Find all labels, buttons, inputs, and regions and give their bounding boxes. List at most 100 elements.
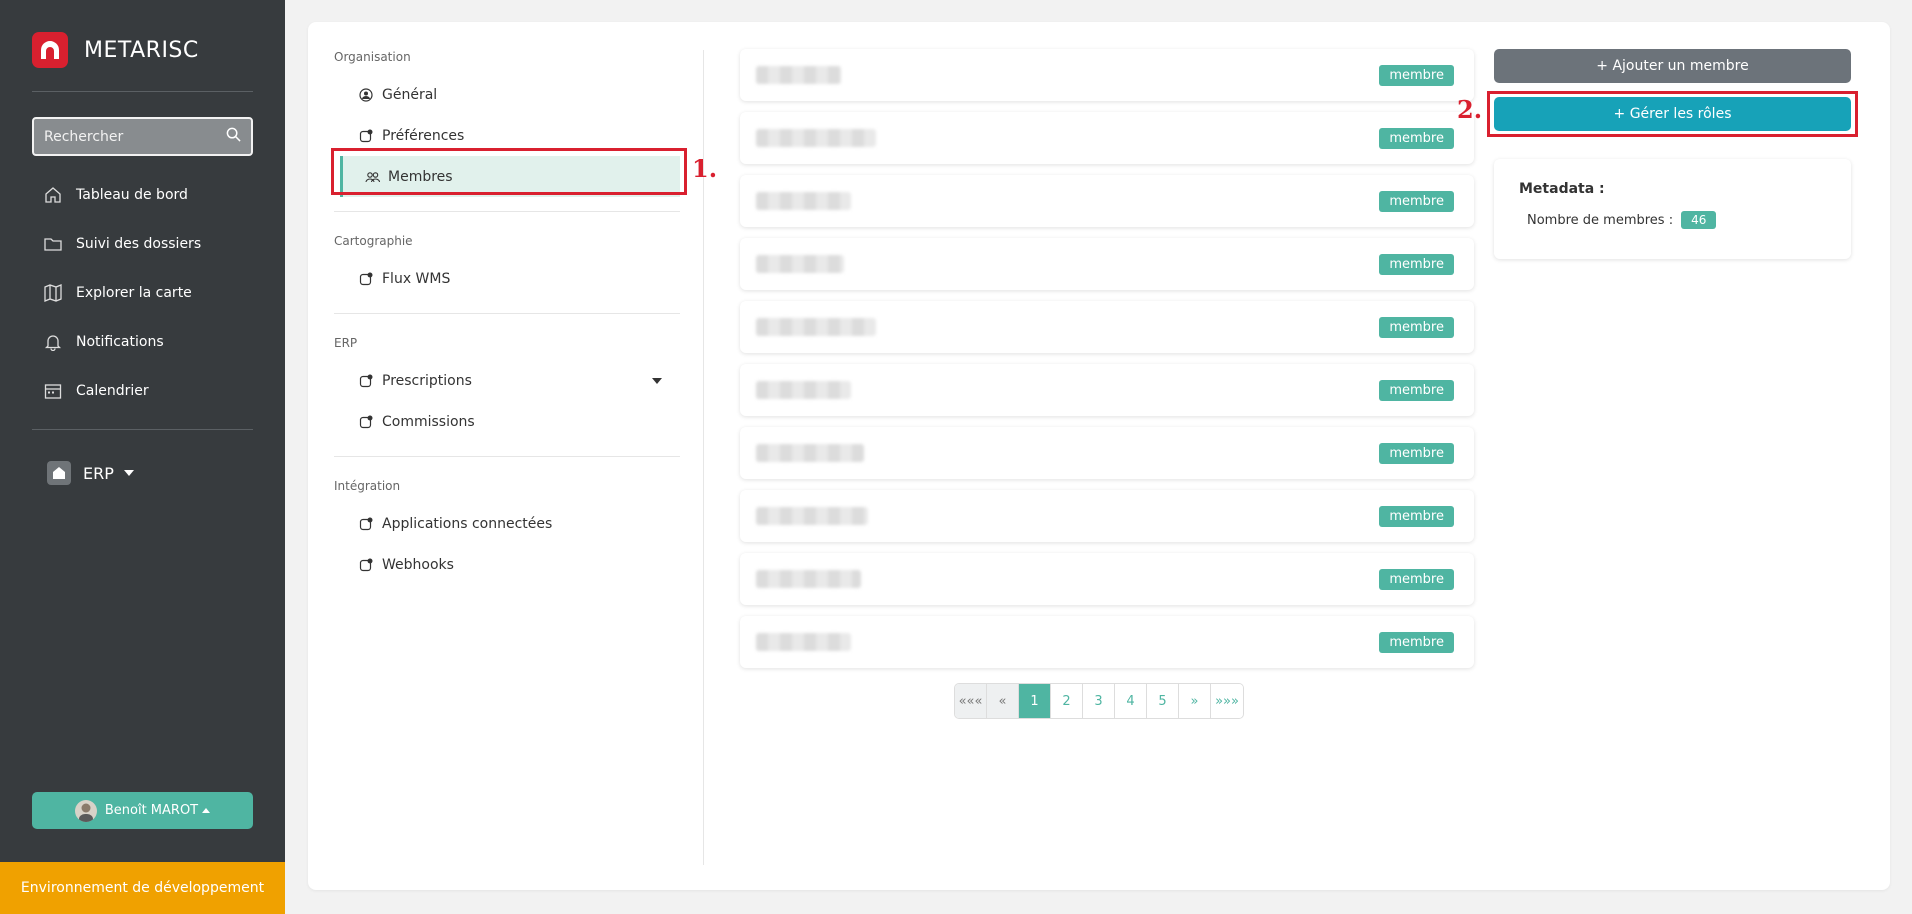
role-badge[interactable]: membre xyxy=(1379,190,1454,212)
building-icon xyxy=(47,461,71,485)
page-first[interactable]: ««« xyxy=(955,684,987,718)
chevron-down-icon xyxy=(123,470,134,476)
role-badge[interactable]: membre xyxy=(1379,64,1454,86)
sidebar-item-suivi-des-dossiers[interactable]: Suivi des dossiers xyxy=(42,219,201,268)
home-icon xyxy=(42,184,64,206)
settings-item-flux-wms[interactable]: Flux WMS xyxy=(334,258,680,299)
member-row[interactable]: membre xyxy=(740,49,1474,101)
erp-label: ERP xyxy=(83,463,114,483)
page-1[interactable]: 1 xyxy=(1019,684,1051,718)
sidebar-item-notifications[interactable]: Notifications xyxy=(42,317,201,366)
role-badge[interactable]: membre xyxy=(1379,379,1454,401)
settings-item-label: Commissions xyxy=(382,413,475,430)
sidebar-item-calendrier[interactable]: Calendrier xyxy=(42,366,201,415)
member-row[interactable]: membre xyxy=(740,553,1474,605)
member-row[interactable]: membre xyxy=(740,616,1474,668)
search-box xyxy=(32,117,253,156)
member-count-badge: 46 xyxy=(1681,211,1717,229)
sidebar-item-explorer-la-carte[interactable]: Explorer la carte xyxy=(42,268,201,317)
sidebar-item-label: Suivi des dossiers xyxy=(76,235,202,252)
sidebar-item-label: Notifications xyxy=(76,333,164,350)
annotation-label-step1: 1. xyxy=(692,154,718,183)
metadata-title: Metadata : xyxy=(1519,181,1605,197)
page-3[interactable]: 3 xyxy=(1083,684,1115,718)
member-row[interactable]: membre xyxy=(740,238,1474,290)
settings-nav: Organisation Général Préférences Membres… xyxy=(334,50,680,585)
sidebar-item-tableau-de-bord[interactable]: Tableau de bord xyxy=(42,170,201,219)
metarisc-logo-icon xyxy=(32,32,68,68)
member-name-redacted xyxy=(756,444,864,462)
settings-item-label: Prescriptions xyxy=(382,372,472,389)
annotation-box-step2 xyxy=(1487,91,1858,137)
page-4[interactable]: 4 xyxy=(1115,684,1147,718)
notification-dot-icon xyxy=(358,271,374,287)
notification-dot-icon xyxy=(358,128,374,144)
caret-up-icon xyxy=(202,808,211,813)
settings-item-prescriptions[interactable]: Prescriptions xyxy=(334,360,680,401)
notification-dot-icon xyxy=(358,373,374,389)
avatar xyxy=(74,799,97,822)
environment-label: Environnement de développement xyxy=(20,880,265,896)
settings-item-label: Webhooks xyxy=(382,556,454,573)
notification-dot-icon xyxy=(358,516,374,532)
settings-divider xyxy=(334,211,680,212)
environment-banner: Environnement de développement xyxy=(0,862,285,914)
member-row[interactable]: membre xyxy=(740,427,1474,479)
search-input[interactable] xyxy=(44,128,226,145)
metadata-card: Metadata : Nombre de membres : 46 xyxy=(1494,159,1851,259)
user-menu-button[interactable]: Benoît MAROT xyxy=(32,792,253,829)
chevron-down-icon[interactable] xyxy=(652,377,662,384)
folder-icon xyxy=(42,233,64,255)
member-row[interactable]: membre xyxy=(740,301,1474,353)
page-5[interactable]: 5 xyxy=(1147,684,1179,718)
section-title-erp: ERP xyxy=(334,336,358,350)
member-name-redacted xyxy=(756,66,841,84)
page-prev[interactable]: « xyxy=(987,684,1019,718)
settings-item-label: Préférences xyxy=(382,127,465,144)
sidebar-divider xyxy=(32,429,253,430)
user-circle-icon xyxy=(358,87,374,103)
settings-item-commissions[interactable]: Commissions xyxy=(334,401,680,442)
role-badge[interactable]: membre xyxy=(1379,505,1454,527)
sidebar-divider xyxy=(32,91,253,92)
member-name-redacted xyxy=(756,318,876,336)
member-name-redacted xyxy=(756,192,851,210)
member-row[interactable]: membre xyxy=(740,175,1474,227)
member-count-row: Nombre de membres : 46 xyxy=(1527,211,1826,229)
search-icon[interactable] xyxy=(226,127,241,146)
settings-divider xyxy=(334,456,680,457)
settings-divider xyxy=(334,313,680,314)
member-row[interactable]: membre xyxy=(740,364,1474,416)
pagination: ««« « 1 2 3 4 5 » »»» xyxy=(954,683,1244,719)
brand[interactable]: METARISC xyxy=(32,32,199,68)
sidebar-item-label: Tableau de bord xyxy=(76,186,188,203)
settings-item-webhooks[interactable]: Webhooks xyxy=(334,544,680,585)
map-icon xyxy=(42,282,64,304)
add-member-button[interactable]: + Ajouter un membre xyxy=(1494,49,1851,83)
annotation-box-step1 xyxy=(331,148,687,195)
notification-dot-icon xyxy=(358,414,374,430)
role-badge[interactable]: membre xyxy=(1379,631,1454,653)
sidebar-item-label: Explorer la carte xyxy=(76,284,192,301)
sidebar: METARISC Tableau de bord Suivi des dossi… xyxy=(0,0,285,914)
role-badge[interactable]: membre xyxy=(1379,127,1454,149)
sidebar-nav: Tableau de bord Suivi des dossiers Explo… xyxy=(42,170,201,415)
page-last[interactable]: »»» xyxy=(1211,684,1243,718)
settings-item-applications-connectees[interactable]: Applications connectées xyxy=(334,503,680,544)
section-title-organisation: Organisation xyxy=(334,50,411,64)
role-badge[interactable]: membre xyxy=(1379,253,1454,275)
member-row[interactable]: membre xyxy=(740,112,1474,164)
member-name-redacted xyxy=(756,570,861,588)
role-badge[interactable]: membre xyxy=(1379,442,1454,464)
settings-item-label: Flux WMS xyxy=(382,270,451,287)
role-badge[interactable]: membre xyxy=(1379,316,1454,338)
role-badge[interactable]: membre xyxy=(1379,568,1454,590)
settings-item-general[interactable]: Général xyxy=(334,74,680,115)
member-name-redacted xyxy=(756,507,868,525)
page-next[interactable]: » xyxy=(1179,684,1211,718)
member-row[interactable]: membre xyxy=(740,490,1474,542)
bell-icon xyxy=(42,331,64,353)
erp-switcher[interactable]: ERP xyxy=(47,461,134,485)
settings-item-label: Applications connectées xyxy=(382,515,553,532)
page-2[interactable]: 2 xyxy=(1051,684,1083,718)
